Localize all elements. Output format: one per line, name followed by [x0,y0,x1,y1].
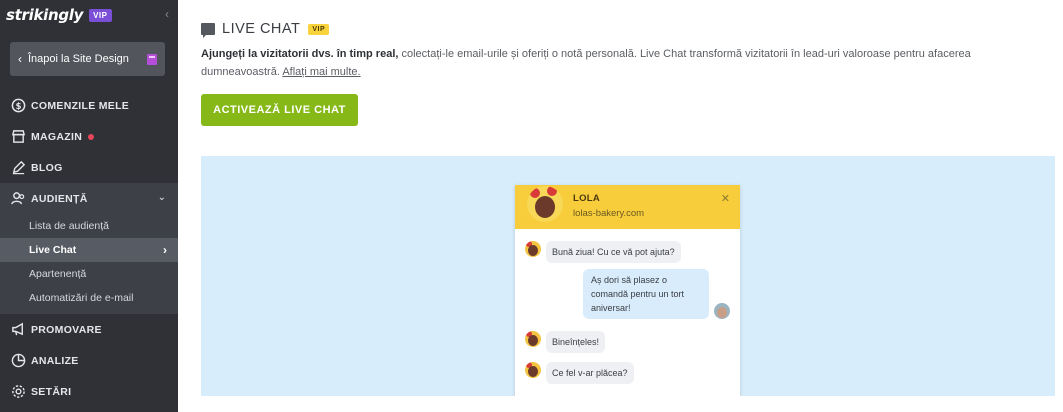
brand-vip-badge: VIP [89,8,112,22]
close-icon[interactable]: ✕ [721,192,730,205]
message-bubble: Ce fel v-ar plăcea? [546,362,634,384]
chevron-left-icon: ‹ [18,52,22,66]
site-design-icon [147,53,157,65]
dollar-circle-icon: $ [10,98,26,114]
sidebar: strikingly VIP ‹ ‹ Înapoi la Site Design… [0,0,178,412]
sidebar-item-label: SETĂRI [31,385,72,398]
sidebar-item-label: MAGAZIN [31,130,83,143]
chevron-right-icon: › [163,243,167,257]
flower-decoration [547,186,557,196]
sidebar-item-blog[interactable]: BLOG [0,152,178,183]
sidebar-item-settings[interactable]: SETĂRI [0,376,178,407]
sidebar-item-label: BLOG [31,161,63,174]
subnav-item-live-chat[interactable]: Live Chat › [0,238,178,262]
pen-icon [10,160,26,176]
message-bubble: Aș dori să plasez o comandă pentru un to… [583,269,709,319]
sidebar-item-label: COMENZILE MELE [31,99,130,112]
sidebar-item-label: ANALIZE [31,354,79,367]
chat-bubble-icon [201,23,215,38]
chat-message-agent: Bineînțeles! [525,331,606,353]
collapse-sidebar-icon[interactable]: ‹ [160,7,174,21]
chat-widget-header: LOLA lolas-bakery.com ✕ [515,185,740,229]
chat-message-agent: Bună ziua! Cu ce vă pot ajuta? [525,241,681,263]
app-root: strikingly VIP ‹ ‹ Înapoi la Site Design… [0,0,1063,412]
sidebar-item-label: AUDIENȚĂ [31,192,88,205]
agent-face [528,366,538,377]
subnav-item-membership[interactable]: Apartenență [0,262,178,286]
main-content: LIVE CHAT VIP Ajungeți la vizitatorii dv… [178,0,1063,412]
description-bold: Ajungeți la vizitatorii dvs. în timp rea… [201,48,399,60]
chevron-down-icon: ⌄ [157,192,166,203]
message-bubble: Bună ziua! Cu ce vă pot ajuta? [546,241,681,263]
chat-preview-area: LOLA lolas-bakery.com ✕ Bună ziua! Cu ce… [201,156,1055,396]
subnav-item-audience-list[interactable]: Lista de audiență [0,214,178,238]
agent-avatar-small [525,241,541,257]
agent-face [535,196,555,218]
agent-face [528,245,538,256]
agent-site-url: lolas-bakery.com [573,208,645,219]
notification-dot [88,133,95,140]
agent-avatar-small [525,331,541,347]
users-icon [10,191,26,207]
page-header: LIVE CHAT VIP [201,21,330,38]
sidebar-item-analytics[interactable]: ANALIZE [0,345,178,376]
audience-subnav: Lista de audiență Live Chat › Apartenenț… [0,214,178,314]
gear-icon [10,384,26,400]
pie-chart-icon [10,353,26,369]
sidebar-item-orders[interactable]: $ COMENZILE MELE [0,90,178,121]
activate-live-chat-button[interactable]: ACTIVEAZĂ LIVE CHAT [201,94,358,126]
agent-avatar [527,186,563,222]
learn-more-link[interactable]: Aflați mai multe. [282,66,360,78]
back-button-label: Înapoi la Site Design [28,53,129,65]
message-bubble: Bineînțeles! [546,331,606,353]
megaphone-icon [10,322,26,338]
page-description: Ajungeți la vizitatorii dvs. în timp rea… [201,45,1001,81]
sidebar-nav: $ COMENZILE MELE MAGAZIN BLOG AUDIENȚĂ ⌄… [0,90,178,407]
user-face [717,307,727,318]
brand-logo[interactable]: strikingly [6,6,83,24]
page-title: LIVE CHAT [222,21,301,37]
chat-message-agent: Ce fel v-ar plăcea? [525,362,634,384]
store-icon [10,129,26,145]
flower-decoration [530,188,540,198]
agent-face [528,335,538,346]
sidebar-item-label: PROMOVARE [31,323,102,336]
back-to-site-design-button[interactable]: ‹ Înapoi la Site Design [10,42,165,76]
chat-widget-preview: LOLA lolas-bakery.com ✕ Bună ziua! Cu ce… [515,185,740,396]
agent-name: LOLA [573,193,601,204]
agent-avatar-small [525,362,541,378]
sidebar-item-store[interactable]: MAGAZIN [0,121,178,152]
vip-badge: VIP [308,23,330,35]
brand: strikingly VIP ‹ [0,0,178,30]
sidebar-item-promotion[interactable]: PROMOVARE [0,314,178,345]
user-avatar-small [714,303,730,319]
svg-text:$: $ [15,101,21,111]
subnav-item-email-automation[interactable]: Automatizări de e-mail [0,286,178,310]
sidebar-item-audience[interactable]: AUDIENȚĂ ⌄ [0,183,178,214]
chat-message-user: Aș dori să plasez o comandă pentru un to… [583,269,730,319]
subnav-item-label: Live Chat [29,244,77,256]
